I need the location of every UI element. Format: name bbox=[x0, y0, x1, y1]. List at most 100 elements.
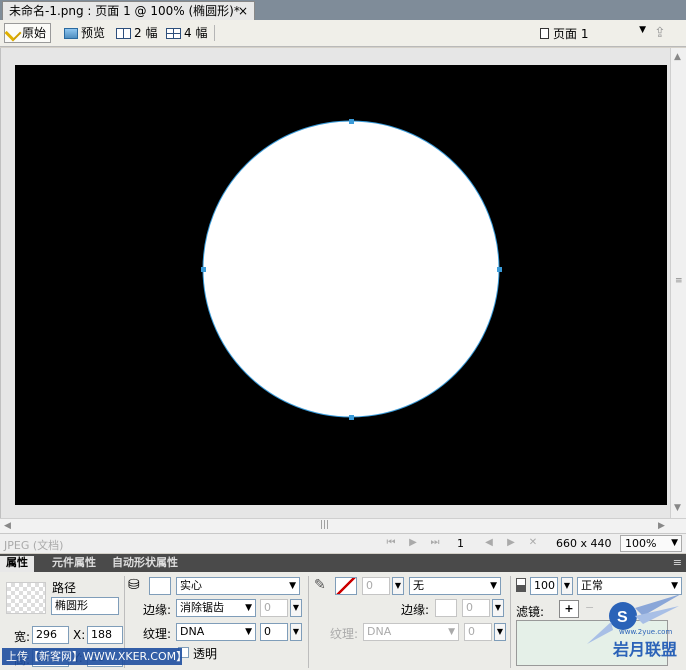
stroke-edge-swatch[interactable] bbox=[435, 599, 457, 617]
divider bbox=[308, 576, 309, 668]
page-select-value: 页面 1 bbox=[553, 27, 589, 41]
scroll-grip-icon[interactable]: ||| bbox=[320, 520, 329, 530]
transparent-label: 透明 bbox=[193, 647, 218, 661]
properties-tab-bar: 属性 元件属性 自动形状属性 ≡ bbox=[0, 554, 686, 572]
document-tab[interactable]: 未命名-1.png : 页面 1 @ 100% (椭圆形)* × bbox=[2, 1, 255, 20]
stroke-texture-dropdown[interactable]: ▼ bbox=[494, 623, 506, 641]
fill-edge-select[interactable]: 消除锯齿 ▼ bbox=[176, 599, 256, 617]
last-frame-icon[interactable]: ⏭ bbox=[428, 537, 442, 551]
x-label: X: bbox=[73, 628, 86, 642]
next-frame-icon[interactable]: ▶ bbox=[504, 537, 518, 551]
status-bar: JPEG (文档) ⏮ ▶ ⏭ 1 ◀ ▶ ✕ 660 x 440 100% ▼ bbox=[0, 533, 686, 553]
fill-texture-amount[interactable]: 0 bbox=[260, 623, 288, 641]
stroke-texture-value: DNA bbox=[367, 625, 392, 638]
canvas-dimensions: 660 x 440 bbox=[556, 537, 612, 550]
selection-handle-right[interactable] bbox=[497, 267, 502, 272]
scroll-right-icon[interactable]: ▶ bbox=[658, 521, 665, 531]
selection-handle-bottom[interactable] bbox=[349, 415, 354, 420]
preview-label: 预览 bbox=[81, 26, 106, 40]
logo-subtext: www.2yue.com bbox=[619, 628, 673, 636]
add-filter-button[interactable]: + bbox=[559, 600, 579, 618]
watermark-banner: 上传【新客网】WWW.XKER.COM】 bbox=[2, 648, 187, 665]
upload-icon[interactable]: ⇪ bbox=[654, 25, 676, 42]
two-up-label: 2 幅 bbox=[134, 26, 158, 40]
svg-text:S: S bbox=[617, 609, 628, 626]
stroke-size-dropdown[interactable]: ▼ bbox=[392, 577, 404, 595]
opacity-dropdown[interactable]: ▼ bbox=[561, 577, 573, 595]
page-select[interactable]: 页面 1 ▼ bbox=[540, 25, 650, 42]
paint-bucket-icon: ⛁ bbox=[128, 577, 140, 593]
fill-style-value: 实心 bbox=[180, 579, 202, 592]
chevron-down-icon: ▼ bbox=[289, 581, 296, 591]
fill-texture-dropdown[interactable]: ▼ bbox=[290, 623, 302, 641]
close-tab-icon[interactable]: × bbox=[238, 2, 248, 20]
stroke-style-value: 无 bbox=[413, 579, 424, 592]
fill-color-swatch[interactable] bbox=[149, 577, 171, 595]
play-icon[interactable]: ▶ bbox=[406, 537, 420, 551]
selection-handle-top[interactable] bbox=[349, 119, 354, 124]
tab-symbol-properties[interactable]: 元件属性 bbox=[46, 556, 102, 572]
chevron-down-icon: ▼ bbox=[671, 581, 678, 591]
preview-button[interactable]: 预览 bbox=[62, 23, 109, 43]
chevron-down-icon: ▼ bbox=[490, 581, 497, 591]
divider bbox=[510, 576, 511, 668]
selection-handle-left[interactable] bbox=[201, 267, 206, 272]
prev-frame-icon[interactable]: ◀ bbox=[482, 537, 496, 551]
x-field[interactable]: 188 bbox=[87, 626, 123, 644]
stroke-edge-amount[interactable]: 0 bbox=[462, 599, 490, 617]
stroke-texture-select[interactable]: DNA ▼ bbox=[363, 623, 459, 641]
fill-edge-amount[interactable]: 0 bbox=[260, 599, 288, 617]
blend-mode-value: 正常 bbox=[581, 579, 603, 592]
fill-edge-dropdown[interactable]: ▼ bbox=[290, 599, 302, 617]
original-view-label: 原始 bbox=[22, 26, 47, 40]
document-tab-title: 未命名-1.png : 页面 1 @ 100% (椭圆形)* bbox=[9, 4, 240, 18]
object-name-field[interactable]: 椭圆形 bbox=[51, 597, 119, 615]
logo-text: 岩月联盟 bbox=[613, 640, 678, 659]
width-label: 宽: bbox=[14, 630, 31, 644]
scroll-up-icon[interactable]: ▲ bbox=[674, 52, 681, 62]
site-logo: S 岩月联盟 www.2yue.com bbox=[583, 594, 683, 666]
stop-icon[interactable]: ✕ bbox=[526, 537, 540, 551]
fill-edge-label: 边缘: bbox=[143, 603, 172, 617]
four-up-label: 4 幅 bbox=[184, 26, 208, 40]
width-field[interactable]: 296 bbox=[32, 626, 69, 644]
document-tab-bar: 未命名-1.png : 页面 1 @ 100% (椭圆形)* × bbox=[0, 0, 686, 20]
chevron-down-icon: ▼ bbox=[671, 538, 678, 548]
pencil-stroke-icon: ✎ bbox=[314, 577, 326, 593]
two-up-button[interactable]: 2 幅 bbox=[114, 23, 161, 43]
stroke-style-select[interactable]: 无 ▼ bbox=[409, 577, 501, 595]
zoom-select[interactable]: 100% ▼ bbox=[620, 535, 682, 552]
two-up-icon bbox=[116, 27, 131, 39]
chevron-down-icon: ▼ bbox=[245, 603, 252, 613]
document-canvas[interactable] bbox=[15, 65, 667, 505]
fill-texture-value: DNA bbox=[180, 625, 205, 638]
vertical-scrollbar[interactable]: ▲ ≡ ▼ bbox=[670, 48, 686, 518]
fill-texture-select[interactable]: DNA ▼ bbox=[176, 623, 256, 641]
scroll-down-icon[interactable]: ▼ bbox=[674, 503, 681, 513]
page-icon bbox=[540, 28, 549, 39]
original-view-button[interactable]: 原始 bbox=[4, 23, 52, 43]
opacity-field[interactable]: 100 bbox=[530, 577, 558, 595]
canvas-svg bbox=[201, 119, 502, 420]
fill-edge-value: 消除锯齿 bbox=[180, 601, 224, 614]
scroll-left-icon[interactable]: ◀ bbox=[4, 521, 11, 531]
panel-menu-icon[interactable]: ≡ bbox=[673, 556, 682, 569]
stroke-color-swatch[interactable] bbox=[335, 577, 357, 595]
fill-style-select[interactable]: 实心 ▼ bbox=[176, 577, 300, 595]
stroke-texture-label: 纹理: bbox=[330, 627, 359, 641]
scroll-grip-icon[interactable]: ≡ bbox=[675, 276, 683, 286]
stroke-texture-amount[interactable]: 0 bbox=[464, 623, 492, 641]
blend-mode-select[interactable]: 正常 ▼ bbox=[577, 577, 682, 595]
frame-number: 1 bbox=[457, 537, 464, 550]
first-frame-icon[interactable]: ⏮ bbox=[384, 537, 398, 551]
tab-properties[interactable]: 属性 bbox=[0, 556, 34, 572]
object-thumbnail bbox=[6, 582, 46, 614]
ellipse-shape[interactable] bbox=[202, 120, 500, 418]
toolbar-divider bbox=[214, 25, 215, 41]
stroke-size-field[interactable]: 0 bbox=[362, 577, 390, 595]
four-up-icon bbox=[166, 27, 181, 39]
four-up-button[interactable]: 4 幅 bbox=[164, 23, 211, 43]
stroke-edge-dropdown[interactable]: ▼ bbox=[492, 599, 504, 617]
tab-autoshape-properties[interactable]: 自动形状属性 bbox=[106, 556, 184, 572]
horizontal-scrollbar[interactable]: ◀ ||| ▶ bbox=[0, 518, 686, 533]
